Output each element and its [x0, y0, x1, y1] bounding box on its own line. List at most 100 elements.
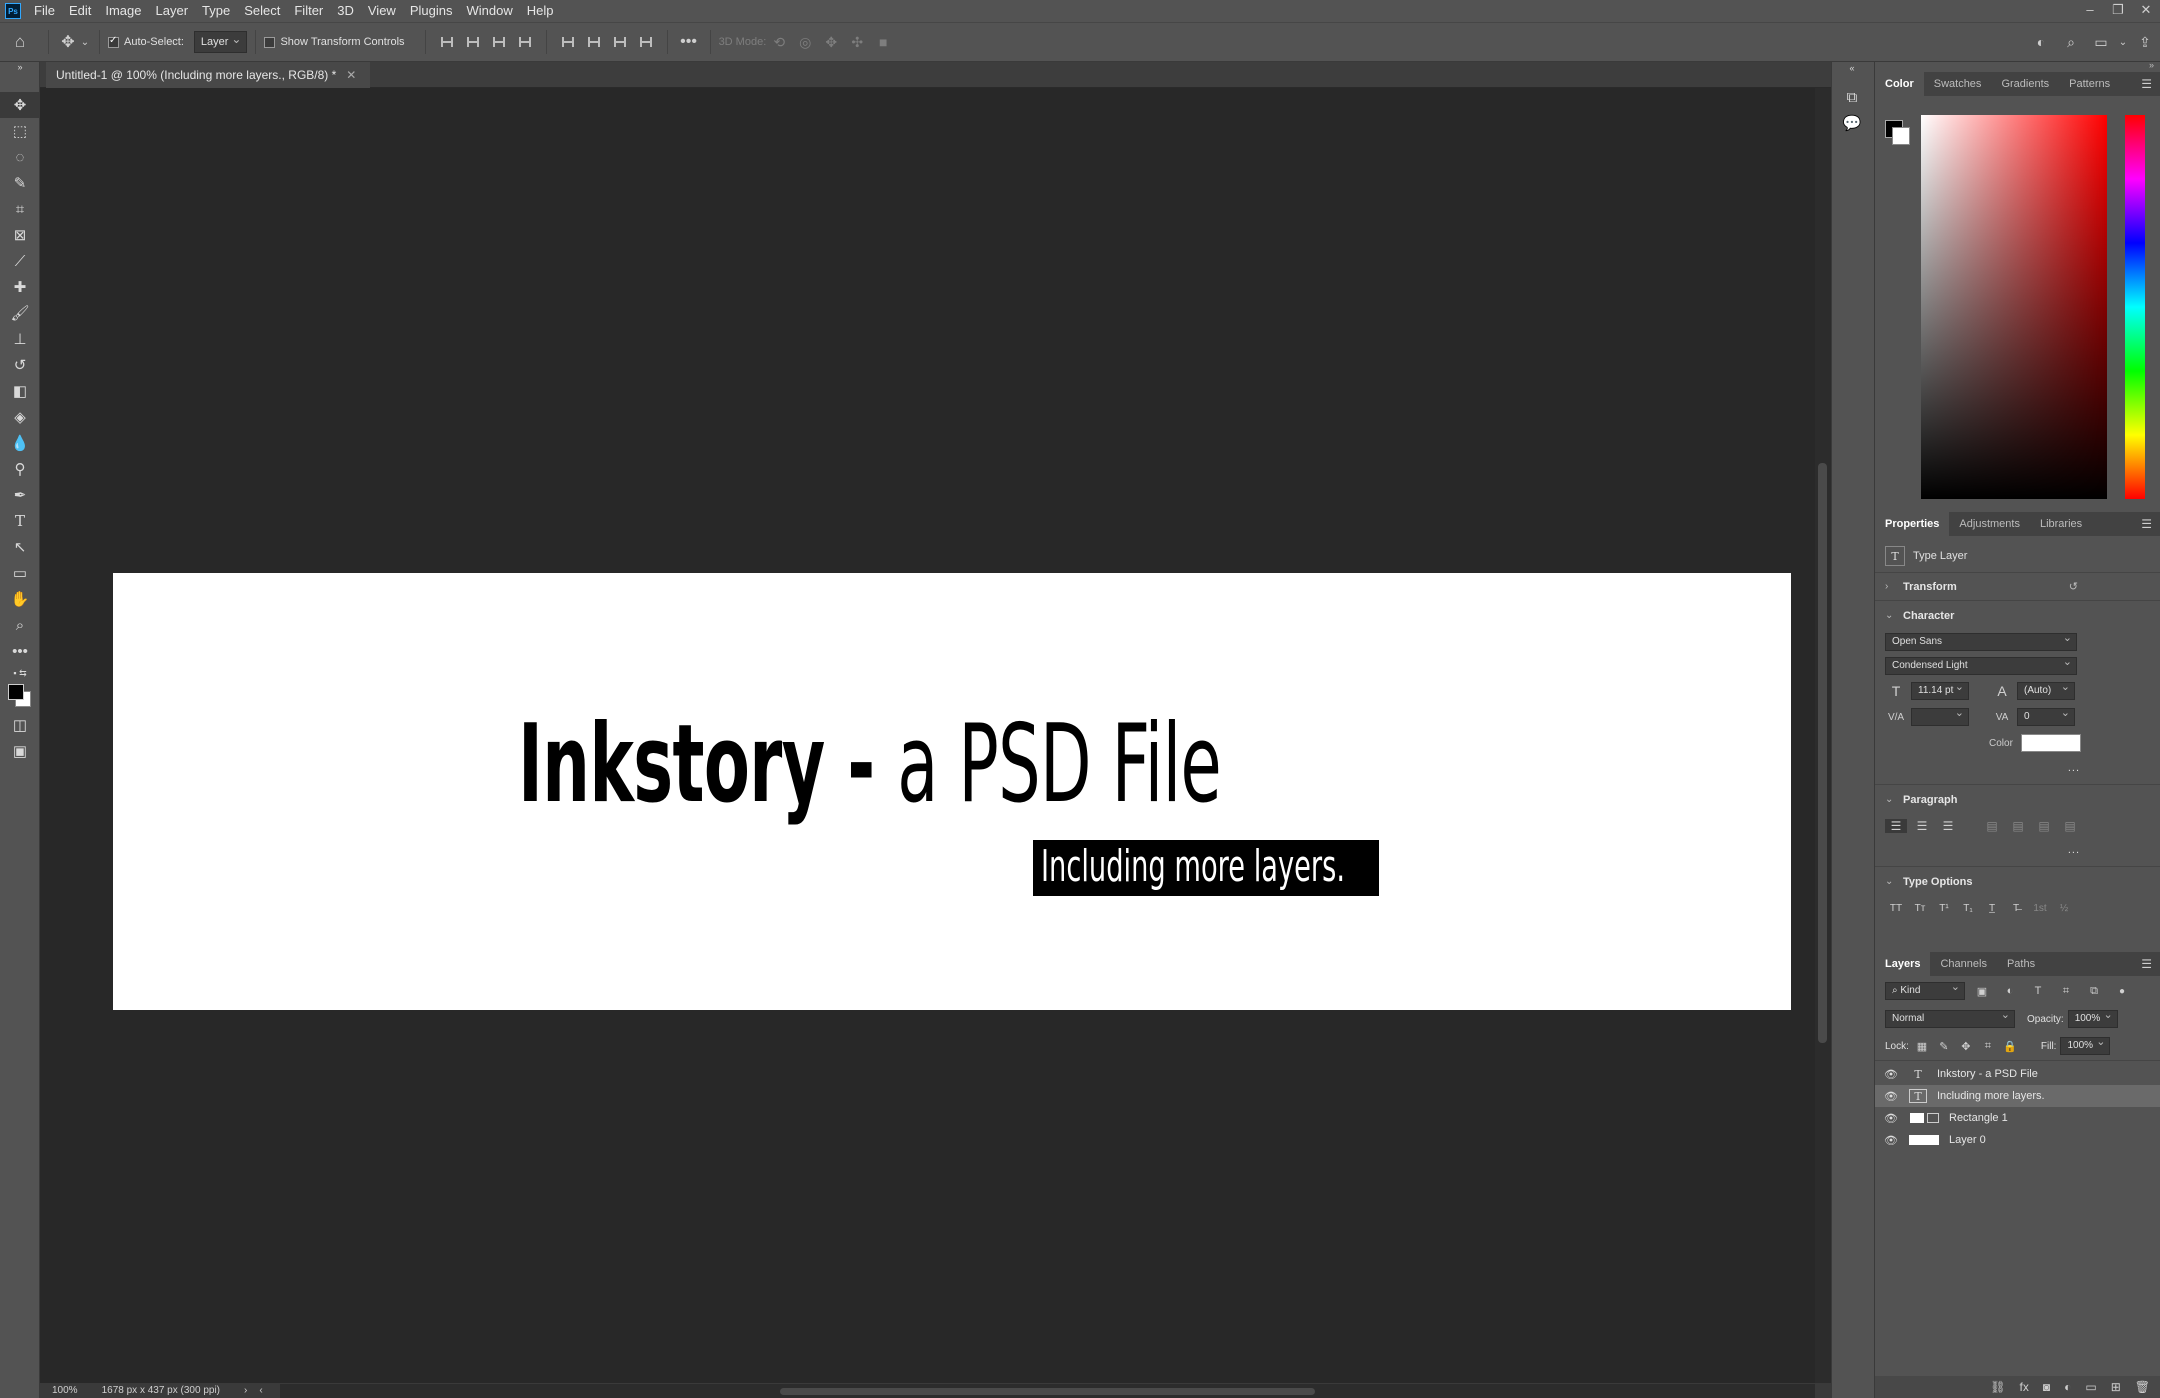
auto-select-checkbox[interactable] [108, 35, 119, 48]
lock-all-icon[interactable]: 🔒 [2001, 1040, 2019, 1053]
menu-layer[interactable]: Layer [149, 0, 196, 22]
filter-smart-object-icon[interactable]: ⧉ [2083, 985, 2105, 998]
vertical-scroll-thumb[interactable] [1818, 463, 1827, 1043]
font-style-select[interactable]: Condensed Light [1885, 654, 2077, 675]
align-horizontal-center-icon[interactable] [462, 31, 484, 53]
3d-roll-icon[interactable]: ◎ [792, 34, 818, 51]
lock-position-icon[interactable]: ✥ [1957, 1040, 1975, 1053]
subscript-icon[interactable]: T₁ [1957, 903, 1979, 914]
learn-icon[interactable]: ◐ [2026, 34, 2056, 50]
horizontal-scrollbar[interactable] [280, 1384, 1815, 1398]
history-panel-icon[interactable]: ⧉ [1832, 84, 1872, 110]
pen-tool-icon[interactable]: ✒ [0, 482, 40, 508]
healing-brush-tool-icon[interactable]: ✚ [0, 274, 40, 300]
crop-tool-icon[interactable]: ⌗ [0, 196, 40, 222]
close-window-icon[interactable]: ✕ [2132, 0, 2160, 22]
justify-all-icon[interactable]: ▤ [2059, 819, 2081, 833]
tab-patterns[interactable]: Patterns [2059, 72, 2120, 96]
horizontal-scroll-thumb[interactable] [780, 1388, 1315, 1395]
hand-tool-icon[interactable]: ✋ [0, 586, 40, 612]
new-layer-icon[interactable]: ⊞ [2111, 1380, 2121, 1394]
link-layers-icon[interactable]: ⛓ [1990, 1380, 2005, 1394]
quick-mask-icon[interactable]: ◫ [0, 712, 40, 738]
background-color-swatch[interactable] [1892, 127, 1910, 145]
canvas-area[interactable]: Inkstory - a PSD File Including more lay… [40, 88, 1815, 1383]
new-adjustment-layer-icon[interactable]: ◐ [2064, 1380, 2071, 1394]
paint-bucket-tool-icon[interactable]: ◈ [0, 404, 40, 430]
filter-adjustment-icon[interactable]: ◐ [1999, 985, 2021, 997]
lock-transparent-pixels-icon[interactable]: ▦ [1913, 1040, 1931, 1053]
layer-row[interactable]: 👁 Rectangle 1 [1875, 1107, 2160, 1129]
align-text-left-icon[interactable]: ☰ [1885, 819, 1907, 833]
lock-image-pixels-icon[interactable]: ✎ [1935, 1040, 1953, 1053]
dodge-tool-icon[interactable]: ⚲ [0, 456, 40, 482]
character-section[interactable]: ⌄ Character [1875, 600, 2160, 630]
align-top-icon[interactable] [557, 31, 579, 53]
align-text-center-icon[interactable]: ☰ [1911, 819, 1933, 833]
3d-orbit-icon[interactable]: ⟲ [766, 34, 792, 51]
more-paragraph-options[interactable]: ... [1875, 838, 2160, 862]
justify-last-center-icon[interactable]: ▤ [2007, 819, 2029, 833]
lasso-tool-icon[interactable]: ◌ [0, 144, 40, 170]
align-text-right-icon[interactable]: ☰ [1937, 819, 1959, 833]
minimize-icon[interactable]: – [2076, 0, 2104, 22]
lock-artboard-icon[interactable]: ⌗ [1979, 1040, 1997, 1053]
menu-view[interactable]: View [361, 0, 403, 22]
hue-slider[interactable] [2125, 115, 2145, 499]
align-right-icon[interactable] [488, 31, 510, 53]
delete-layer-icon[interactable]: 🗑 [2135, 1380, 2150, 1394]
panel-menu-icon[interactable]: ☰ [2141, 517, 2160, 531]
reset-transform-icon[interactable]: ↺ [2069, 580, 2078, 593]
panel-menu-icon[interactable]: ☰ [2141, 957, 2160, 971]
restore-icon[interactable]: ❐ [2104, 0, 2132, 22]
3d-camera-icon[interactable]: ■ [870, 34, 896, 50]
transform-section[interactable]: › Transform ↺ [1875, 572, 2160, 600]
small-caps-icon[interactable]: Tт [1909, 903, 1931, 914]
justify-last-right-icon[interactable]: ▤ [2033, 819, 2055, 833]
chevron-down-icon[interactable]: ⌄ [1885, 876, 1895, 887]
font-size-field[interactable]: 11.14 pt [1911, 679, 1969, 700]
blur-tool-icon[interactable]: 💧 [0, 430, 40, 456]
justify-last-left-icon[interactable]: ▤ [1981, 819, 2003, 833]
tab-channels[interactable]: Channels [1930, 952, 1996, 976]
underline-icon[interactable]: T̲ [1981, 903, 2003, 914]
search-icon[interactable]: ⌕ [2056, 34, 2086, 51]
tracking-field[interactable]: 0 [2017, 705, 2075, 726]
filter-pixel-icon[interactable]: ▣ [1971, 985, 1993, 998]
layer-row[interactable]: 👁 T Inkstory - a PSD File [1875, 1063, 2160, 1085]
layer-row[interactable]: 👁 T Including more layers. [1875, 1085, 2160, 1107]
filter-toggle-icon[interactable]: ● [2111, 986, 2133, 997]
menu-3d[interactable]: 3D [330, 0, 361, 22]
more-character-options[interactable]: ... [1875, 756, 2160, 780]
type-tool-icon[interactable]: T [0, 508, 40, 534]
color-swatches[interactable] [0, 682, 39, 712]
chevron-down-icon[interactable]: ⌄ [2116, 37, 2130, 48]
comments-panel-icon[interactable]: 💬 [1832, 110, 1872, 136]
align-vertical-center-icon[interactable] [583, 31, 605, 53]
tab-gradients[interactable]: Gradients [1991, 72, 2059, 96]
align-bottom-icon[interactable] [609, 31, 631, 53]
chevron-right-icon[interactable]: › [244, 1385, 247, 1396]
layer-name[interactable]: Rectangle 1 [1949, 1112, 2008, 1124]
menu-select[interactable]: Select [237, 0, 287, 22]
layer-filter-kind[interactable]: ⌕ Kind [1885, 979, 1965, 1000]
auto-select-dropdown[interactable]: Layer [193, 29, 248, 53]
zoom-tool-icon[interactable]: ⌕ [0, 612, 40, 638]
brush-tool-icon[interactable]: 🖌 [0, 300, 40, 326]
menu-file[interactable]: File [27, 0, 62, 22]
collapse-icon[interactable]: » [0, 62, 40, 72]
eyedropper-tool-icon[interactable]: ⟋ [0, 248, 40, 274]
home-icon[interactable]: ⌂ [0, 32, 40, 52]
show-transform-controls-checkbox[interactable] [264, 36, 276, 48]
tab-adjustments[interactable]: Adjustments [1949, 512, 2030, 536]
visibility-eye-icon[interactable]: 👁 [1883, 1112, 1899, 1125]
tab-libraries[interactable]: Libraries [2030, 512, 2092, 536]
chevron-right-icon[interactable]: › [1885, 581, 1895, 592]
move-tool-icon[interactable]: ✥ [57, 32, 79, 52]
eraser-tool-icon[interactable]: ◧ [0, 378, 40, 404]
tab-swatches[interactable]: Swatches [1924, 72, 1992, 96]
workspace-icon[interactable]: ▭ [2086, 34, 2116, 51]
screen-mode-icon[interactable]: ▣ [0, 738, 40, 764]
clone-stamp-tool-icon[interactable]: ⊥ [0, 326, 40, 352]
collapse-icon[interactable]: « [1832, 62, 1872, 74]
